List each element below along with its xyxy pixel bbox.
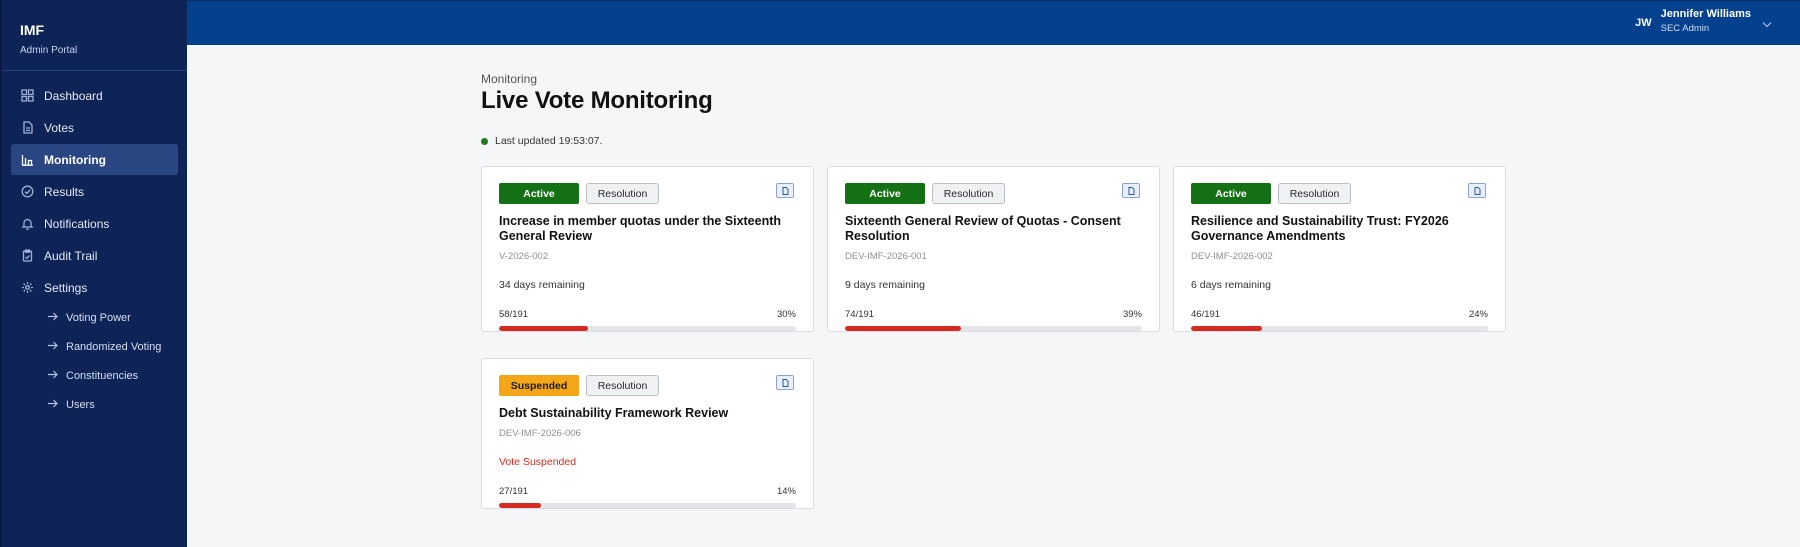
arrow-right-icon [47,370,59,382]
progress-fill [1191,326,1263,331]
vote-percent: 24% [1468,309,1488,320]
type-badge[interactable]: Resolution [586,183,659,204]
arrow-right-icon [47,399,59,411]
vote-percent: 30% [776,309,796,320]
subnav-item-label: Users [66,398,95,411]
sidebar-item-monitoring[interactable]: Monitoring [11,144,178,175]
status-badge: Suspended [499,375,579,396]
time-remaining: 9 days remaining [845,279,925,291]
sidebar-item-notifications[interactable]: Notifications [11,208,178,239]
vote-title: Sixteenth General Review of Quotas - Con… [845,214,1121,243]
subnav-item-randomized-voting[interactable]: Randomized Voting [2,332,187,361]
document-icon[interactable] [776,375,794,390]
sidebar-item-votes[interactable]: Votes [11,112,178,143]
sidebar-item-audit-trail[interactable]: Audit Trail [11,240,178,271]
status-badge: Active [845,183,925,204]
vote-card[interactable]: Active Resolution Increase in member quo… [481,166,814,332]
user-menu[interactable]: JW Jennifer Williams SEC Admin [1635,8,1772,34]
document-icon[interactable] [1122,183,1140,198]
status-badge: Active [1191,183,1271,204]
page-title: Live Vote Monitoring [481,87,713,114]
vote-id: V-2026-002 [499,251,549,262]
user-role: SEC Admin [1660,23,1710,34]
document-icon[interactable] [776,183,794,198]
subnav-item-label: Randomized Voting [66,340,162,353]
live-status-dot [481,137,488,145]
breadcrumb: Monitoring [481,72,538,86]
brand-title: IMF [20,22,45,38]
vote-card[interactable]: Active Resolution Sixteenth General Revi… [827,166,1160,332]
document-icon [21,121,34,134]
sidebar-item-label: Settings [44,280,88,295]
arrow-right-icon [47,341,59,353]
chevron-down-icon [1762,15,1772,33]
sidebar-item-settings[interactable]: Settings [11,272,178,303]
status-badge: Active [499,183,579,204]
type-badge[interactable]: Resolution [586,375,659,396]
sidebar: IMF Admin Portal Dashboard Votes Monitor… [0,0,187,547]
vote-count: 27/191 [499,486,529,497]
sidebar-nav: Dashboard Votes Monitoring Results Notif… [2,71,187,419]
vote-id: DEV-IMF-2026-001 [845,251,927,262]
sidebar-item-label: Monitoring [44,152,106,167]
check-circle-icon [21,185,34,198]
arrow-right-icon [47,312,59,324]
progress-bar [845,326,1142,331]
subnav-item-voting-power[interactable]: Voting Power [2,303,187,332]
vote-title: Increase in member quotas under the Sixt… [499,214,782,243]
bar-chart-icon [21,153,34,166]
user-name: Jennifer Williams [1660,8,1751,20]
progress-fill [499,326,589,331]
sidebar-item-label: Dashboard [44,88,103,103]
dashboard-grid-icon [21,89,34,102]
sidebar-item-dashboard[interactable]: Dashboard [11,80,178,111]
brand: IMF Admin Portal [2,0,187,71]
type-badge[interactable]: Resolution [932,183,1005,204]
sidebar-item-label: Results [44,184,85,199]
document-icon[interactable] [1468,183,1486,198]
gear-icon [21,281,34,294]
sidebar-item-label: Votes [44,120,75,135]
main-content: Monitoring Live Vote Monitoring Last upd… [481,72,1521,509]
progress-fill [499,503,541,508]
avatar: JW [1635,17,1652,29]
vote-card[interactable]: Suspended Resolution Debt Sustainability… [481,358,814,509]
last-updated: Last updated 19:53:07. [481,135,1521,147]
vote-title: Debt Sustainability Framework Review [499,406,729,420]
vote-id: DEV-IMF-2026-006 [499,428,581,439]
clipboard-icon [21,249,34,262]
vote-count: 74/191 [845,309,875,320]
last-updated-text: Last updated 19:53:07. [495,135,603,147]
progress-bar [1191,326,1488,331]
vote-count: 58/191 [499,309,529,320]
subnav-item-constituencies[interactable]: Constituencies [2,361,187,390]
time-remaining: 34 days remaining [499,279,585,291]
vote-count: 46/191 [1191,309,1221,320]
subnav-item-users[interactable]: Users [2,390,187,419]
brand-subtitle: Admin Portal [20,45,78,56]
vote-suspended-text: Vote Suspended [499,456,577,468]
time-remaining: 6 days remaining [1191,279,1271,291]
type-badge[interactable]: Resolution [1278,183,1351,204]
bell-icon [21,217,34,230]
user-info: Jennifer Williams SEC Admin [1661,8,1751,34]
progress-fill [845,326,961,331]
sidebar-item-results[interactable]: Results [11,176,178,207]
vote-percent: 14% [776,486,796,497]
top-bar: JW Jennifer Williams SEC Admin [187,0,1800,45]
vote-card[interactable]: Active Resolution Resilience and Sustain… [1173,166,1506,332]
vote-percent: 39% [1122,309,1142,320]
vote-id: DEV-IMF-2026-002 [1191,251,1273,262]
sidebar-item-label: Notifications [44,216,110,231]
vote-title: Resilience and Sustainability Trust: FY2… [1191,214,1449,243]
subnav-item-label: Constituencies [66,369,139,382]
subnav-item-label: Voting Power [66,311,131,324]
sidebar-item-label: Audit Trail [44,248,98,263]
progress-bar [499,503,796,508]
progress-bar [499,326,796,331]
